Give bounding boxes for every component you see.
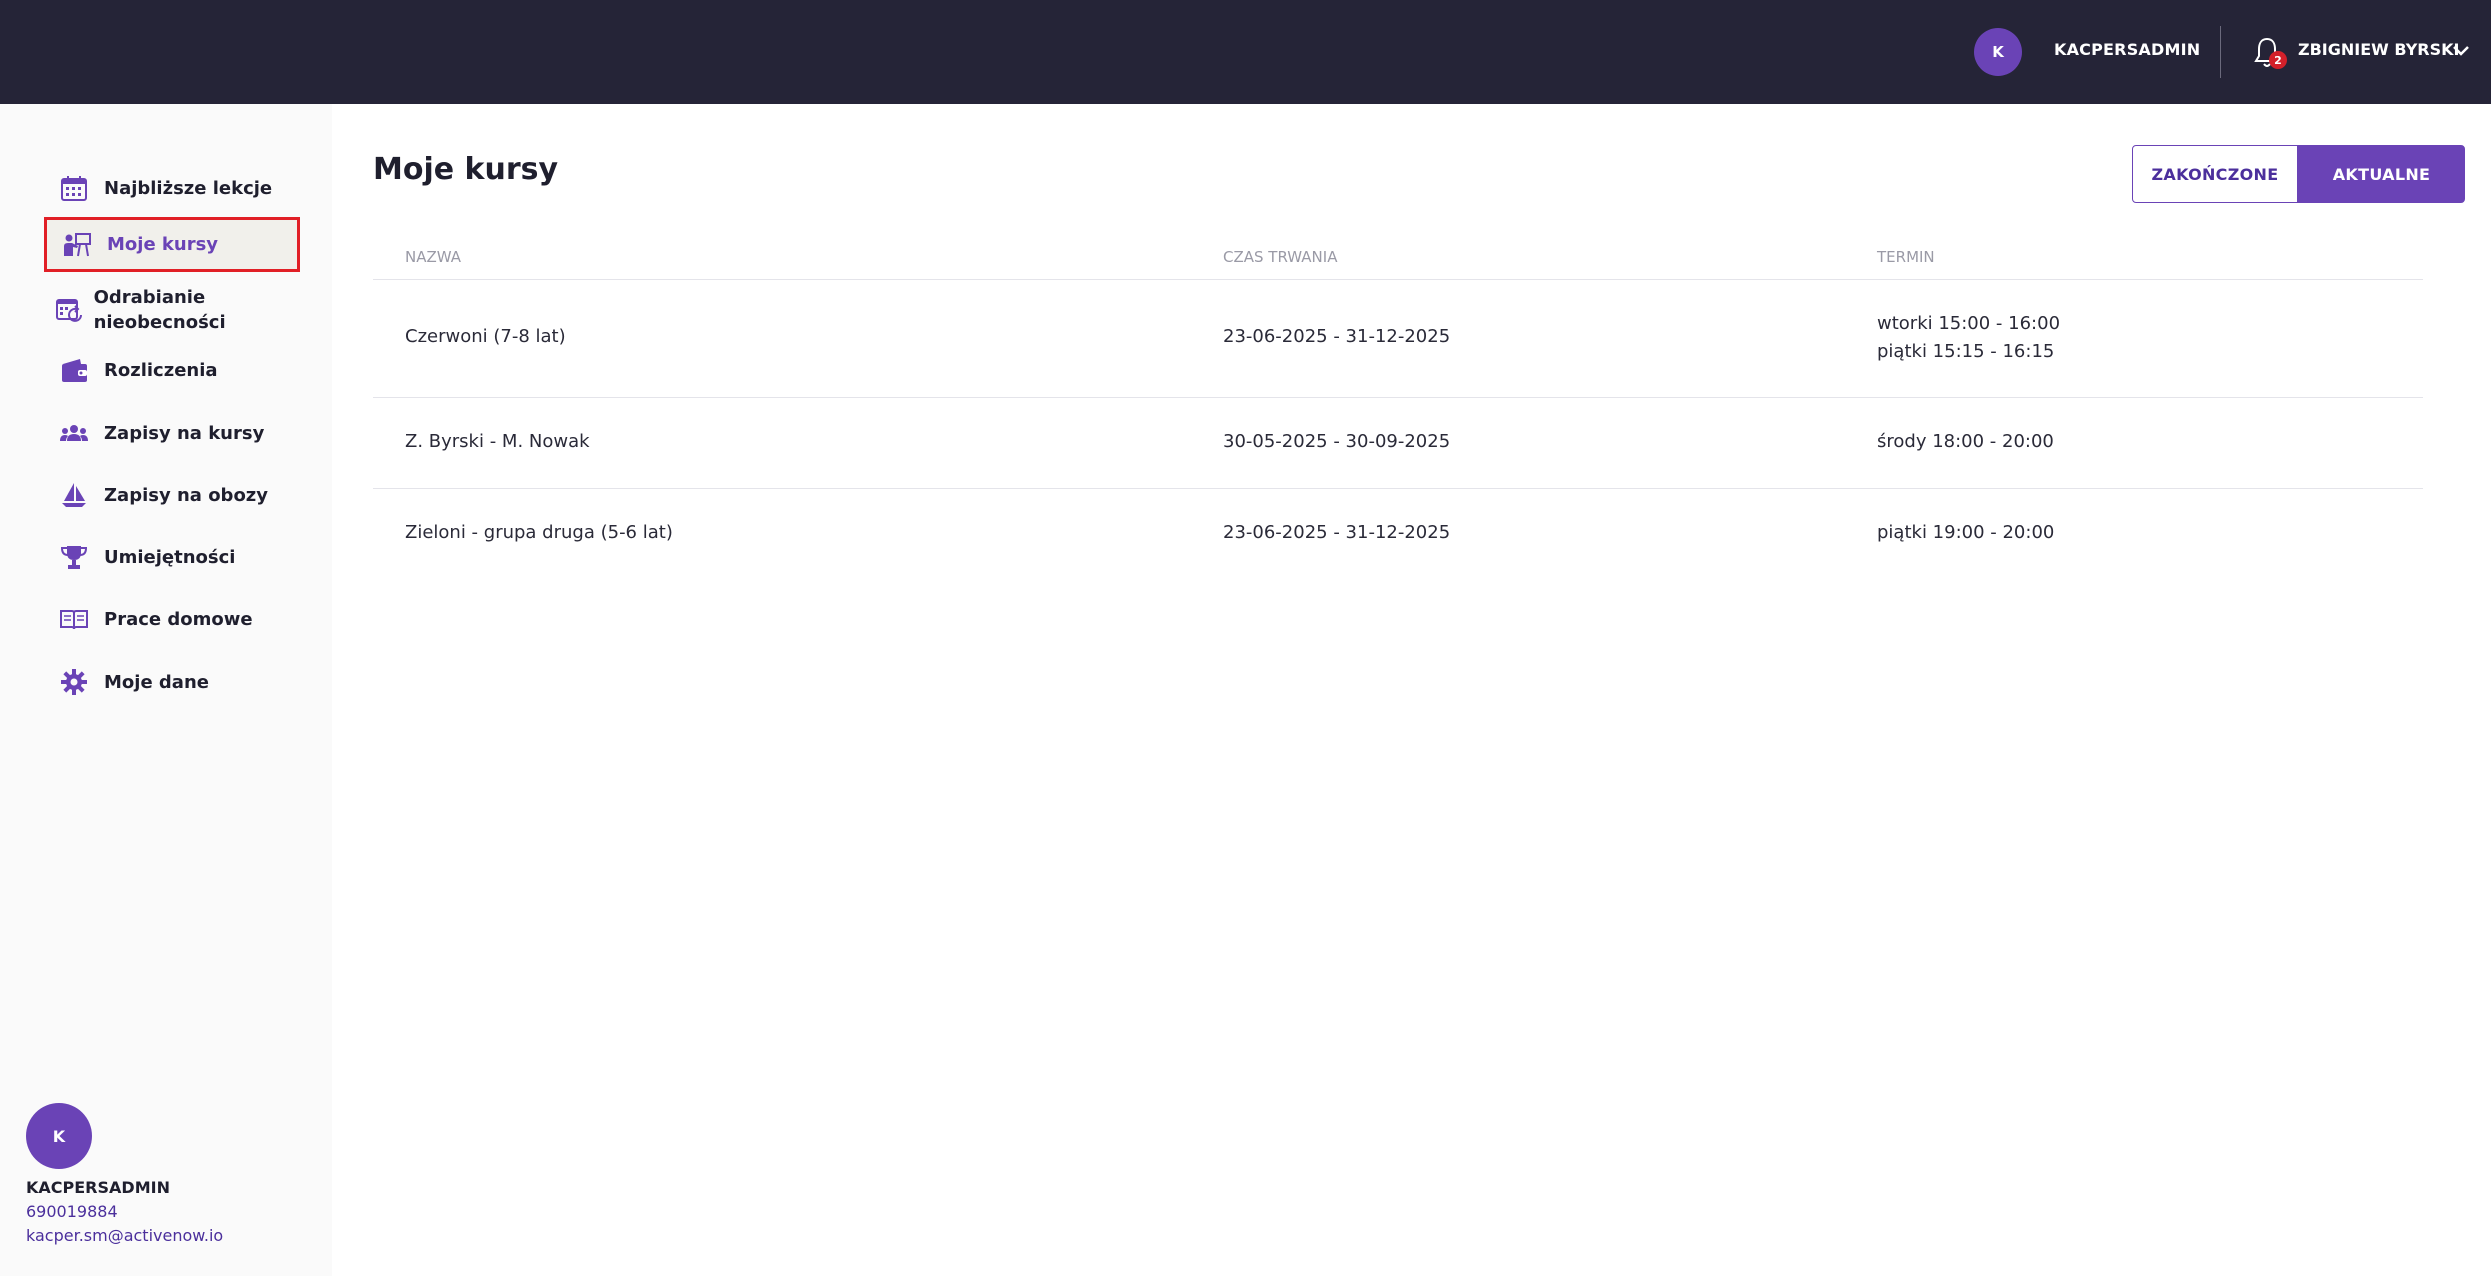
page-title: Moje kursy xyxy=(373,152,559,187)
course-term: piątki 19:00 - 20:00 xyxy=(1877,522,2055,543)
sidebar-item-label: Zapisy na obozy xyxy=(104,484,269,506)
course-term: wtorki 15:00 - 16:00 piątki 15:15 - 16:1… xyxy=(1877,310,2060,366)
table-header: NAZWA CZAS TRWANIA TERMIN xyxy=(373,232,2423,280)
column-header-term: TERMIN xyxy=(1877,248,1935,266)
wallet-icon xyxy=(44,355,104,385)
course-term: środy 18:00 - 20:00 xyxy=(1877,431,2054,452)
course-duration: 23-06-2025 - 31-12-2025 xyxy=(1223,522,1451,543)
sidebar-item-my-data[interactable]: Moje dane xyxy=(44,662,300,702)
sidebar-item-label: Najbliższe lekcje xyxy=(104,177,273,199)
sidebar-item-course-enrollment[interactable]: Zapisy na kursy xyxy=(44,413,300,453)
tab-finished[interactable]: ZAKOŃCZONE xyxy=(2132,145,2298,203)
term-line: wtorki 15:00 - 16:00 xyxy=(1877,313,2061,334)
account-menu-name[interactable]: ZBIGNIEW BYRSKI xyxy=(2298,40,2459,59)
sidebar-item-label: Prace domowe xyxy=(104,608,253,630)
sidebar: Najbliższe lekcje Moje kursy Odrabianie … xyxy=(0,104,332,1276)
sidebar-item-upcoming-lessons[interactable]: Najbliższe lekcje xyxy=(44,168,300,208)
teacher-board-icon xyxy=(47,230,107,260)
header-divider xyxy=(2220,26,2221,78)
column-header-duration: CZAS TRWANIA xyxy=(1223,248,1338,266)
course-name: Zieloni - grupa druga (5-6 lat) xyxy=(405,522,673,543)
notification-badge: 2 xyxy=(2269,51,2287,69)
header-user-name[interactable]: KACPERSADMIN xyxy=(2054,40,2200,59)
tab-current[interactable]: AKTUALNE xyxy=(2298,145,2465,203)
profile-avatar: K xyxy=(26,1103,92,1169)
profile-name: KACPERSADMIN xyxy=(26,1178,170,1197)
table-row[interactable]: Czerwoni (7-8 lat) 23-06-2025 - 31-12-20… xyxy=(373,280,2423,398)
sidebar-item-homework[interactable]: Prace domowe xyxy=(44,599,300,639)
sidebar-item-billing[interactable]: Rozliczenia xyxy=(44,350,300,390)
sidebar-item-skills[interactable]: Umiejętności xyxy=(44,537,300,577)
sailboat-icon xyxy=(44,480,104,510)
chevron-down-icon[interactable] xyxy=(2452,44,2470,58)
sidebar-item-label: Moje kursy xyxy=(107,234,219,255)
header-avatar[interactable]: K xyxy=(1974,28,2022,76)
top-bar: K KACPERSADMIN 2 ZBIGNIEW BYRSKI xyxy=(0,0,2491,104)
course-duration: 30-05-2025 - 30-09-2025 xyxy=(1223,431,1451,452)
course-name: Czerwoni (7-8 lat) xyxy=(405,326,566,347)
sidebar-item-label: Moje dane xyxy=(104,671,209,693)
course-duration: 23-06-2025 - 31-12-2025 xyxy=(1223,326,1451,347)
sidebar-item-label: Odrabianie nieobecności xyxy=(93,287,226,333)
profile-email[interactable]: kacper.sm@activenow.io xyxy=(26,1226,223,1245)
sidebar-item-label: Umiejętności xyxy=(104,546,236,568)
sidebar-item-camp-enrollment[interactable]: Zapisy na obozy xyxy=(44,475,300,515)
course-name: Z. Byrski - M. Nowak xyxy=(405,431,590,452)
term-line: piątki 15:15 - 16:15 xyxy=(1877,341,2055,362)
calendar-icon xyxy=(44,173,104,203)
courses-table: NAZWA CZAS TRWANIA TERMIN Czerwoni (7-8 … xyxy=(373,232,2423,580)
sidebar-item-absence-makeup[interactable]: Odrabianie nieobecności xyxy=(44,282,300,338)
calendar-refresh-icon xyxy=(44,295,94,325)
group-icon xyxy=(44,418,104,448)
book-icon xyxy=(44,604,104,634)
table-row[interactable]: Z. Byrski - M. Nowak 30-05-2025 - 30-09-… xyxy=(373,398,2423,489)
profile-phone[interactable]: 690019884 xyxy=(26,1202,118,1221)
sidebar-item-my-courses[interactable]: Moje kursy xyxy=(44,217,300,272)
sidebar-item-label: Rozliczenia xyxy=(104,359,218,381)
trophy-icon xyxy=(44,542,104,572)
sidebar-item-label: Zapisy na kursy xyxy=(104,422,265,444)
gear-icon xyxy=(44,667,104,697)
column-header-name: NAZWA xyxy=(405,248,462,266)
course-status-toggle: ZAKOŃCZONE AKTUALNE xyxy=(2132,145,2465,203)
table-row[interactable]: Zieloni - grupa druga (5-6 lat) 23-06-20… xyxy=(373,489,2423,580)
